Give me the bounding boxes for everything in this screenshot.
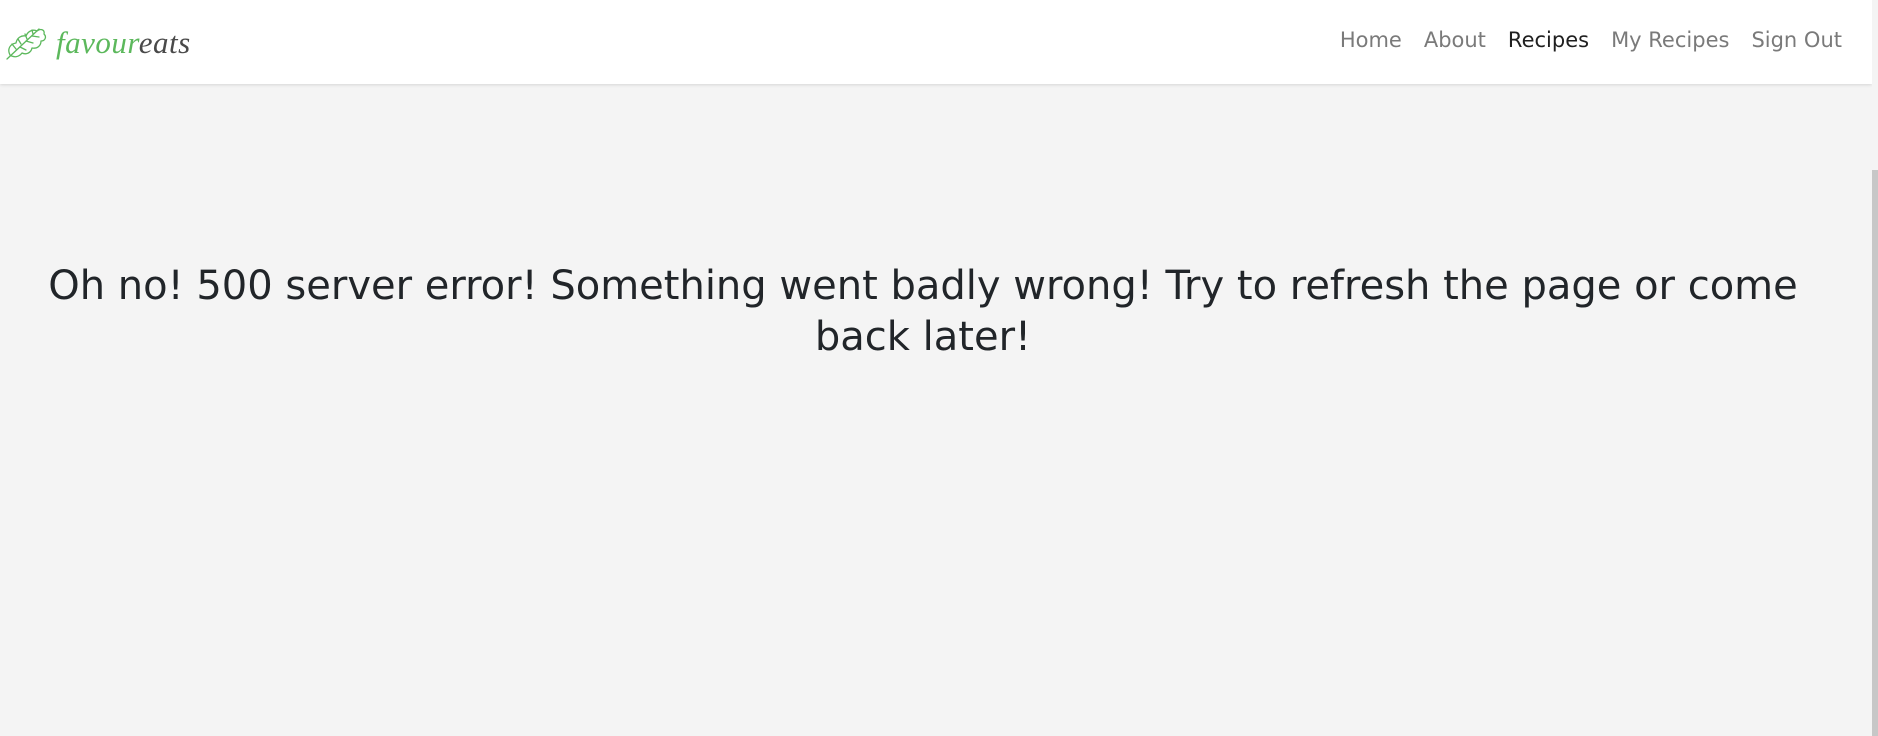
page-scrollbar[interactable] (1872, 0, 1878, 736)
nav-links: Home About Recipes My Recipes Sign Out (1340, 0, 1842, 80)
nav-link-recipes[interactable]: Recipes (1508, 28, 1589, 52)
brand-name: favoureats (56, 27, 191, 58)
main-content: Oh no! 500 server error! Something went … (0, 84, 1872, 736)
scrollbar-thumb[interactable] (1872, 170, 1878, 736)
nav-link-my-recipes[interactable]: My Recipes (1611, 28, 1729, 52)
nav-link-home[interactable]: Home (1340, 28, 1402, 52)
page: favoureats Home About Recipes My Recipes… (0, 0, 1878, 736)
error-message: Oh no! 500 server error! Something went … (48, 263, 1798, 360)
brand-name-part-1: favour (56, 24, 139, 60)
nav-link-about[interactable]: About (1424, 28, 1486, 52)
navbar: favoureats Home About Recipes My Recipes… (0, 0, 1872, 84)
nav-link-sign-out[interactable]: Sign Out (1751, 28, 1842, 52)
brand-name-part-2: eats (138, 24, 191, 60)
leaf-icon (6, 28, 47, 60)
brand-link[interactable]: favoureats (4, 20, 191, 64)
